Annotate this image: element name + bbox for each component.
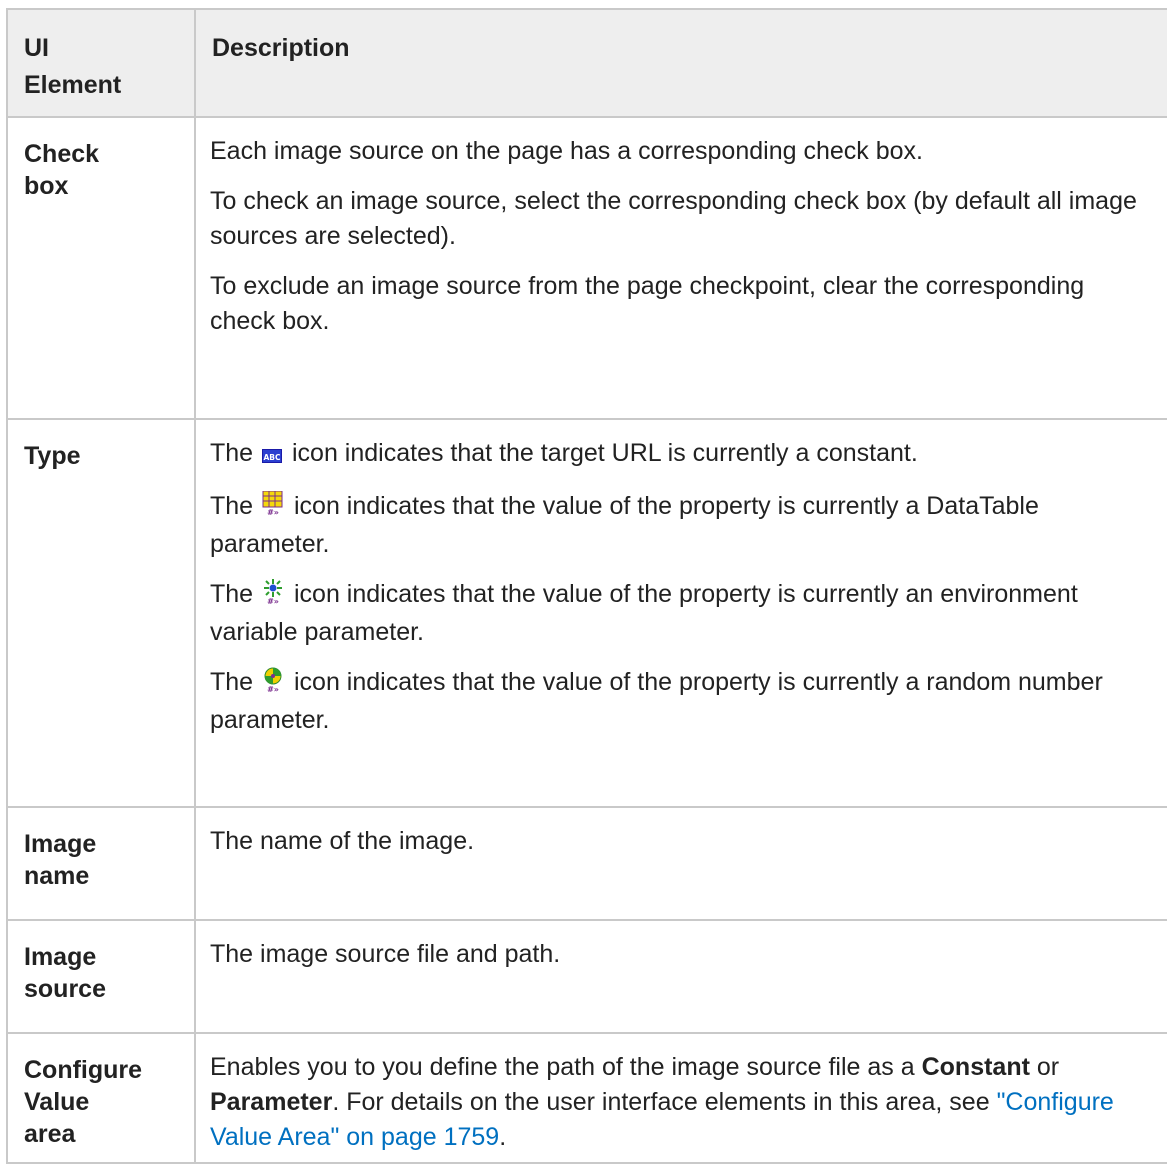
svg-text:ABC: ABC <box>264 453 282 462</box>
row-description-image-source: The image source file and path. <box>194 919 1167 1034</box>
datatable-parameter-icon: #» <box>262 490 284 527</box>
description-paragraph: To check an image source, select the cor… <box>210 187 1137 250</box>
parameter-term: Parameter <box>210 1088 333 1116</box>
description-paragraph: The #» icon indicates that the value of … <box>210 490 1039 558</box>
description-paragraph: The image source file and path. <box>210 940 561 968</box>
header-description: Description <box>194 8 1167 118</box>
random-number-parameter-icon: #» <box>262 667 284 703</box>
constant-abc-icon: ABC <box>262 439 283 474</box>
description-paragraph: The #» icon indicates that the value of … <box>210 579 1078 646</box>
description-paragraph: The #» icon indicates that the value of … <box>210 667 1103 734</box>
row-description-type: The ABC icon indicates that the target U… <box>194 418 1167 808</box>
row-label-image-source: Image source <box>6 919 196 1034</box>
constant-term: Constant <box>921 1053 1030 1081</box>
row-label-check-box: Check box <box>6 116 196 420</box>
svg-text:#»: #» <box>267 597 279 605</box>
row-description-check-box: Each image source on the page has a corr… <box>194 116 1167 420</box>
svg-text:#»: #» <box>267 685 279 693</box>
table-header-row: UI Element Description <box>6 8 1167 118</box>
table-row: Image name The name of the image. <box>6 806 1167 921</box>
row-label-type: Type <box>6 418 196 808</box>
description-paragraph: To exclude an image source from the page… <box>210 272 1085 335</box>
table-row: Type The ABC icon indicates that the tar… <box>6 418 1167 808</box>
table-row: Check box Each image source on the page … <box>6 116 1167 420</box>
description-paragraph: Each image source on the page has a corr… <box>210 137 923 165</box>
environment-variable-parameter-icon: #» <box>262 579 284 615</box>
table-row: Image source The image source file and p… <box>6 919 1167 1034</box>
description-paragraph: Enables you to you define the path of th… <box>210 1053 1114 1151</box>
row-label-image-name: Image name <box>6 806 196 921</box>
description-paragraph: The name of the image. <box>210 827 475 855</box>
ui-elements-table: UI Element Description Check box Each im… <box>6 8 1167 1164</box>
description-paragraph: The ABC icon indicates that the target U… <box>210 436 1155 474</box>
svg-text:#»: #» <box>267 508 279 517</box>
header-ui-element: UI Element <box>6 8 196 118</box>
row-description-image-name: The name of the image. <box>194 806 1167 921</box>
